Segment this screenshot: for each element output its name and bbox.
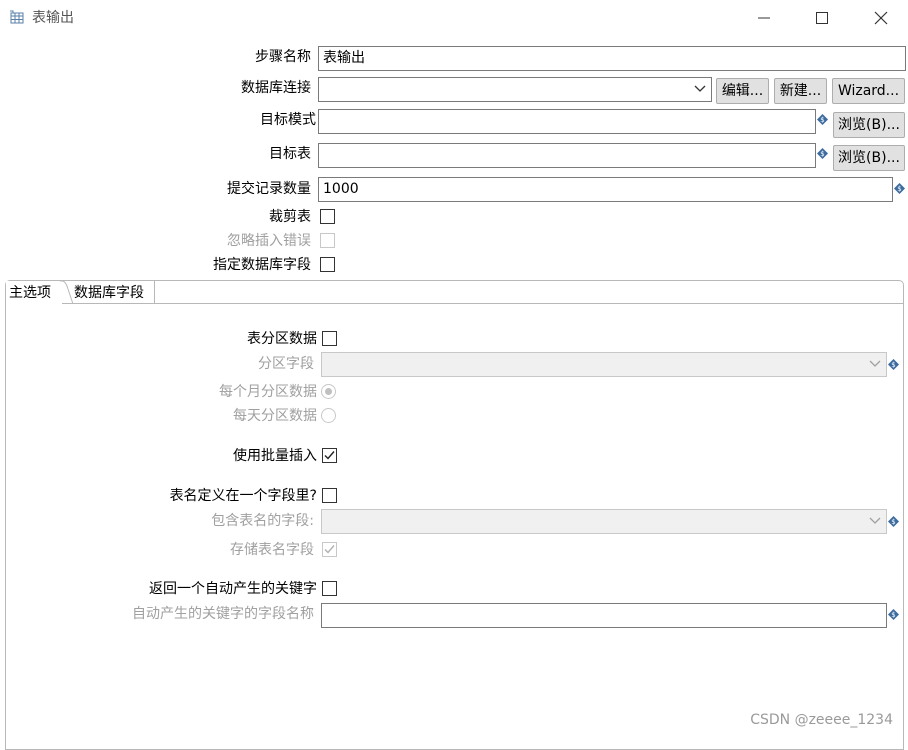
target-table-label: 目标表: [269, 146, 311, 162]
variable-icon[interactable]: $: [894, 183, 905, 194]
ignore-errors-checkbox[interactable]: [320, 233, 335, 248]
svg-text:$: $: [897, 185, 901, 193]
store-table-name-label: 存储表名字段: [230, 542, 314, 558]
watermark: CSDN @zeeee_1234: [750, 712, 893, 728]
chevron-down-icon: [869, 360, 881, 367]
chevron-down-icon: [869, 517, 881, 524]
svg-text:$: $: [820, 150, 824, 158]
checkmark-icon: [324, 545, 335, 554]
partition-data-label: 表分区数据: [247, 331, 317, 347]
partition-field-label: 分区字段: [258, 356, 314, 372]
batch-insert-label: 使用批量插入: [233, 448, 317, 464]
commit-size-input[interactable]: 1000: [318, 177, 893, 202]
table-in-field-label: 表名定义在一个字段里?: [169, 488, 317, 504]
svg-text:$: $: [891, 518, 895, 526]
window-title: 表输出: [32, 10, 74, 26]
monthly-partition-label: 每个月分区数据: [219, 384, 317, 400]
checkmark-icon: [324, 451, 335, 460]
step-name-input[interactable]: 表输出: [318, 46, 906, 71]
tab-db-fields-label: 数据库字段: [74, 285, 144, 301]
variable-icon[interactable]: $: [888, 516, 899, 527]
radio-dot: [325, 388, 332, 395]
tab-main-options-label: 主选项: [9, 285, 51, 301]
tab-db-fields[interactable]: 数据库字段: [74, 281, 155, 303]
svg-text:$: $: [891, 361, 895, 369]
variable-icon[interactable]: $: [888, 609, 899, 620]
table-name-field-label: 包含表名的字段:: [211, 513, 314, 529]
tab-strip-line: [5, 303, 904, 304]
maximize-icon[interactable]: [814, 10, 830, 26]
browse-schema-button[interactable]: 浏览(B)...: [833, 112, 905, 138]
chevron-down-icon: [694, 85, 706, 92]
tab-slope: [60, 281, 74, 304]
return-key-checkbox[interactable]: [322, 581, 337, 596]
new-connection-button[interactable]: 新建...: [774, 78, 827, 104]
truncate-checkbox[interactable]: [320, 209, 335, 224]
variable-icon[interactable]: $: [817, 114, 828, 125]
table-name-field-select[interactable]: [321, 509, 887, 534]
ignore-errors-label: 忽略插入错误: [227, 233, 311, 249]
db-connection-label: 数据库连接: [241, 80, 311, 96]
monthly-partition-radio[interactable]: [321, 384, 336, 399]
svg-text:$: $: [891, 611, 895, 619]
svg-text:$: $: [820, 116, 824, 124]
partition-data-checkbox[interactable]: [322, 331, 337, 346]
partition-field-select[interactable]: [321, 352, 887, 377]
commit-size-label: 提交记录数量: [227, 181, 311, 197]
specify-fields-checkbox[interactable]: [320, 257, 335, 272]
target-schema-input[interactable]: [318, 109, 816, 134]
table-in-field-checkbox[interactable]: [322, 488, 337, 503]
truncate-label: 裁剪表: [269, 209, 311, 225]
key-field-label: 自动产生的关键字的字段名称: [132, 606, 314, 622]
variable-icon[interactable]: $: [888, 359, 899, 370]
step-name-label: 步骤名称: [255, 49, 311, 65]
daily-partition-radio[interactable]: [321, 408, 336, 423]
minimize-icon[interactable]: [756, 10, 772, 26]
batch-insert-checkbox[interactable]: [322, 448, 337, 463]
wizard-button[interactable]: Wizard...: [832, 78, 905, 104]
target-schema-label: 目标模式: [260, 112, 316, 128]
specify-fields-label: 指定数据库字段: [213, 257, 311, 273]
tab-main-options[interactable]: 主选项: [6, 281, 62, 304]
daily-partition-label: 每天分区数据: [233, 408, 317, 424]
variable-icon[interactable]: $: [817, 148, 828, 159]
db-connection-select[interactable]: [318, 77, 712, 102]
browse-table-button[interactable]: 浏览(B)...: [833, 145, 905, 171]
target-table-input[interactable]: [318, 143, 816, 168]
store-table-name-checkbox[interactable]: [322, 542, 337, 557]
close-icon[interactable]: [873, 10, 889, 26]
edit-connection-button[interactable]: 编辑...: [716, 78, 769, 104]
key-field-input[interactable]: [321, 603, 887, 628]
title-bar: 表输出: [0, 0, 908, 36]
return-key-label: 返回一个自动产生的关键字: [149, 581, 317, 597]
table-output-icon: [10, 10, 24, 24]
